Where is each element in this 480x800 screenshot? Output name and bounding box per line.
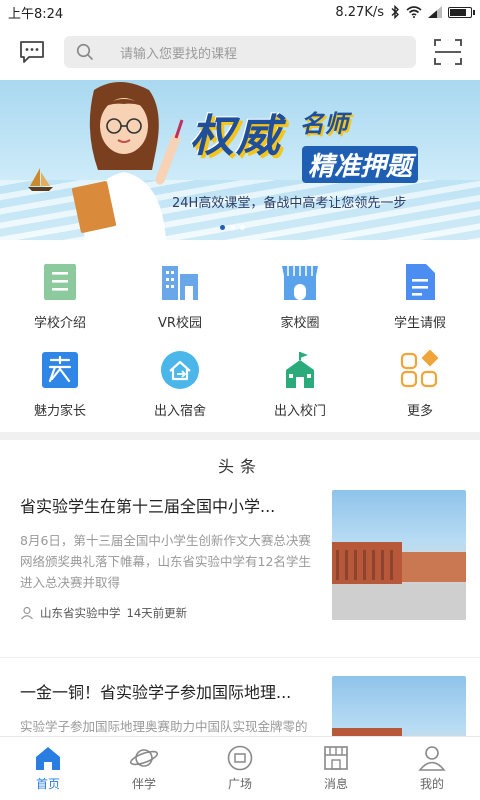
parent-icon — [40, 350, 80, 390]
profile-icon — [418, 746, 446, 771]
school-intro-icon — [40, 262, 80, 302]
search-placeholder: 请输入您要找的课程 — [120, 46, 238, 62]
tab-home[interactable]: 首页 — [0, 737, 96, 800]
carousel-dot[interactable] — [220, 225, 225, 230]
carousel-indicator — [220, 225, 245, 230]
grid-item-more[interactable]: 更多 — [360, 340, 480, 428]
bluetooth-icon — [391, 5, 399, 19]
grid-item-vr-campus[interactable]: VR校园 — [120, 252, 240, 340]
section-title: 头条 — [217, 457, 262, 476]
section-divider — [0, 432, 480, 440]
teacher-illustration — [71, 82, 184, 240]
news-meta: 山东省实验中学 14天前更新 — [20, 605, 318, 621]
dorm-access-icon — [160, 350, 200, 390]
promo-banner[interactable]: 权威 名师 精准押题 24H高效课堂，备战中高考让您领先一步 — [0, 80, 480, 240]
news-title: 一金一铜！省实验学子参加国际地理... — [20, 683, 292, 702]
banner-subheadline: 精准押题 — [302, 146, 419, 183]
status-time: 上午8:24 — [8, 6, 64, 22]
grid-item-school-intro[interactable]: 学校介绍 — [0, 252, 120, 340]
leave-request-icon — [400, 262, 440, 302]
bottom-tab-bar: 首页 伴学 广场 消息 我的 — [0, 736, 480, 800]
grid-label: 魅力家长 — [33, 404, 86, 419]
grid-label: 出入宿舍 — [153, 404, 206, 419]
banner-headline-small: 名师 — [300, 110, 348, 138]
search-input[interactable]: 请输入您要找的课程 — [64, 36, 416, 68]
news-desc: 8月6日，第十三届全国中小学生创新作文大赛总决赛网络颁奖典礼落下帷幕，山东省实验… — [20, 533, 311, 590]
grid-item-dorm-access[interactable]: 出入宿舍 — [120, 340, 240, 428]
grid-label: 出入校门 — [273, 404, 326, 419]
grid-label: 家校圈 — [280, 316, 320, 331]
tab-label: 首页 — [35, 777, 60, 791]
grid-label: 学生请假 — [393, 316, 446, 331]
grid-item-school-gate[interactable]: 出入校门 — [240, 340, 360, 428]
grid-label: VR校园 — [158, 316, 202, 331]
tab-profile[interactable]: 我的 — [384, 737, 480, 800]
news-title: 省实验学生在第十三届全国中小学... — [20, 497, 276, 516]
feature-grid: 学校介绍 VR校园 家校圈 学生请假 魅力家长 出入宿舍 出入校门 更多 — [0, 240, 480, 428]
banner-headline: 权威 — [190, 111, 282, 162]
tab-plaza[interactable]: 广场 — [192, 737, 288, 800]
grid-item-leave-request[interactable]: 学生请假 — [360, 252, 480, 340]
news-item[interactable]: 省实验学生在第十三届全国中小学... 8月6日，第十三届全国中小学生创新作文大赛… — [0, 490, 480, 658]
home-icon — [36, 747, 60, 770]
grid-item-parent[interactable]: 魅力家长 — [0, 340, 120, 428]
home-school-circle-icon — [280, 262, 320, 302]
message-icon — [324, 746, 348, 770]
chat-icon[interactable] — [14, 34, 50, 70]
top-header: 请输入您要找的课程 — [0, 24, 480, 80]
grid-label: 学校介绍 — [33, 316, 86, 331]
battery-icon — [448, 6, 475, 18]
school-gate-icon — [280, 350, 320, 390]
news-time: 14天前更新 — [126, 606, 188, 620]
carousel-dot[interactable] — [230, 225, 235, 230]
carousel-dot[interactable] — [240, 225, 245, 230]
banner-tagline: 24H高效课堂，备战中高考让您领先一步 — [172, 196, 407, 211]
vr-campus-icon — [160, 262, 200, 302]
status-bar: 上午8:24 8.27K/s — [0, 0, 480, 24]
news-thumbnail — [332, 490, 466, 620]
tab-label: 广场 — [227, 777, 252, 791]
sailboat-illustration — [28, 168, 53, 191]
tab-label: 我的 — [419, 777, 444, 791]
tab-companion[interactable]: 伴学 — [96, 737, 192, 800]
more-icon — [400, 350, 440, 390]
scan-icon[interactable] — [430, 34, 466, 70]
grid-label: 更多 — [406, 404, 433, 419]
grid-item-home-school-circle[interactable]: 家校圈 — [240, 252, 360, 340]
user-icon — [21, 606, 33, 620]
tab-messages[interactable]: 消息 — [288, 737, 384, 800]
tab-label: 伴学 — [131, 777, 156, 791]
planet-icon — [129, 749, 159, 767]
app-screen: 上午8:24 8.27K/s 请输入您要找的课程 权威 名师 精准押题 24H高… — [0, 0, 480, 800]
battery-level — [450, 8, 467, 16]
news-source: 山东省实验中学 — [40, 606, 121, 620]
tab-label: 消息 — [323, 777, 348, 791]
wifi-icon — [406, 6, 422, 18]
plaza-icon — [227, 745, 253, 771]
network-speed: 8.27K/s — [335, 4, 384, 20]
search-icon — [76, 43, 94, 61]
signal-icon — [428, 6, 442, 18]
